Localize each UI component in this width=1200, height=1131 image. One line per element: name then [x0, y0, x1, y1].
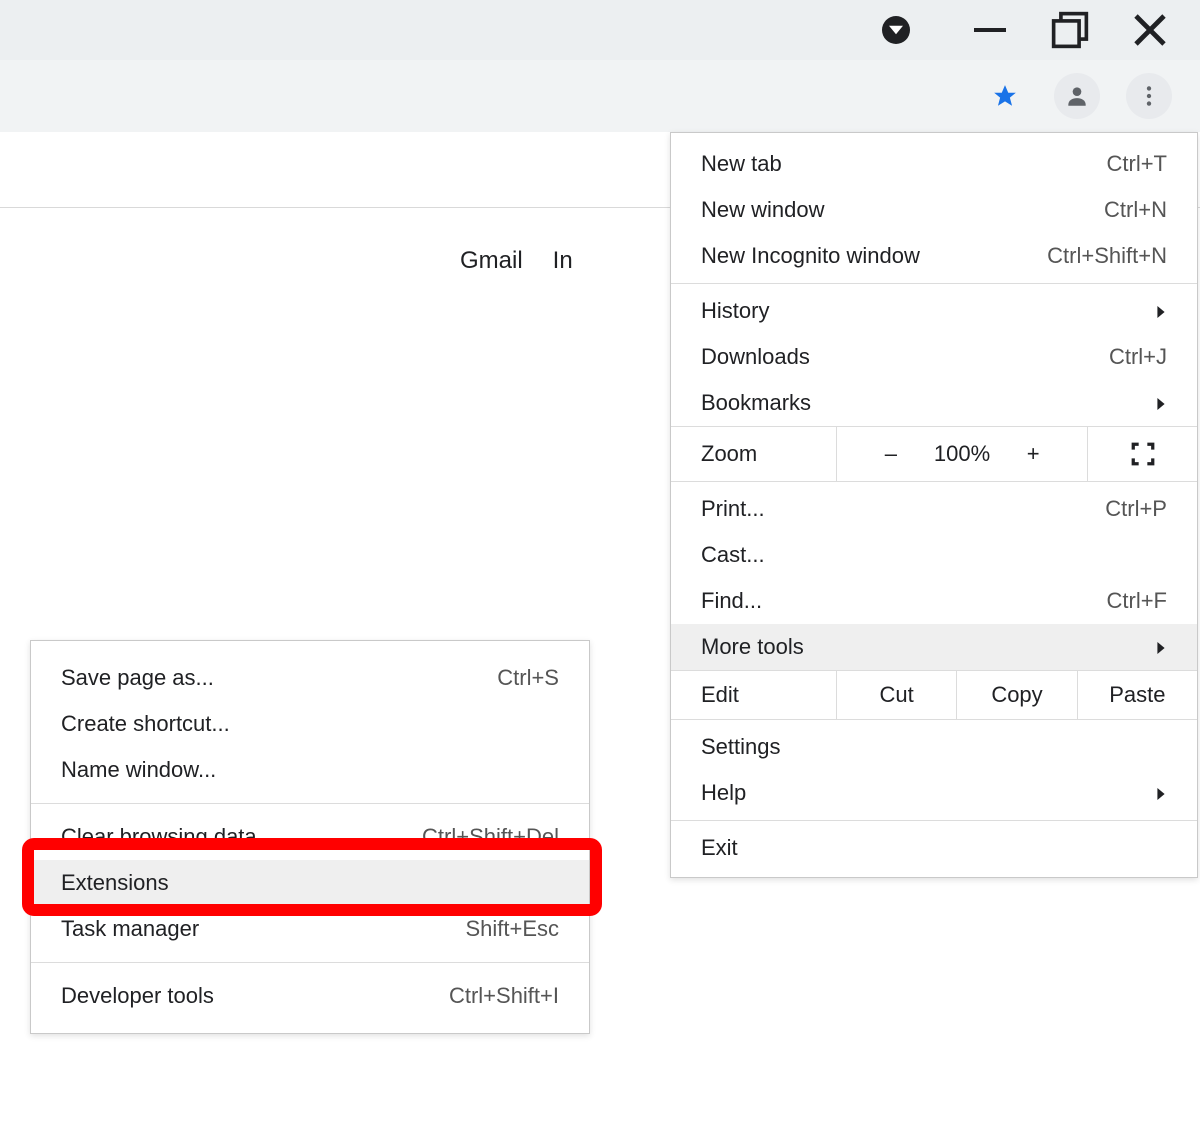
menu-label: Create shortcut...	[61, 711, 559, 737]
submenu-clear-browsing-data[interactable]: Clear browsing data... Ctrl+Shift+Del	[31, 814, 589, 860]
edit-paste-label: Paste	[1109, 682, 1165, 708]
chevron-right-icon	[1155, 298, 1167, 324]
zoom-label: Zoom	[671, 441, 836, 467]
menu-cast[interactable]: Cast...	[671, 532, 1197, 578]
menu-label: Downloads	[701, 344, 1109, 370]
menu-label: Settings	[701, 734, 1167, 760]
menu-shortcut: Ctrl+J	[1109, 344, 1167, 370]
browser-toolbar	[0, 60, 1200, 132]
menu-help[interactable]: Help	[671, 770, 1197, 816]
close-button[interactable]	[1130, 10, 1170, 50]
submenu-task-manager[interactable]: Task manager Shift+Esc	[31, 906, 589, 952]
menu-label: History	[701, 298, 1147, 324]
maximize-button[interactable]	[1050, 10, 1090, 50]
menu-settings[interactable]: Settings	[671, 724, 1197, 770]
menu-divider	[31, 962, 589, 963]
menu-zoom-row: Zoom – 100% +	[671, 426, 1197, 482]
gmail-link[interactable]: Gmail	[460, 247, 523, 275]
menu-label: Exit	[701, 835, 1167, 861]
submenu-create-shortcut[interactable]: Create shortcut...	[31, 701, 589, 747]
menu-label: Find...	[701, 588, 1107, 614]
menu-new-incognito[interactable]: New Incognito window Ctrl+Shift+N	[671, 233, 1197, 279]
menu-history[interactable]: History	[671, 288, 1197, 334]
menu-label: Save page as...	[61, 665, 497, 691]
tab-search-icon[interactable]	[882, 16, 910, 44]
menu-shortcut: Ctrl+F	[1107, 588, 1168, 614]
menu-divider	[671, 283, 1197, 284]
menu-shortcut: Ctrl+Shift+Del	[422, 824, 559, 850]
profile-icon[interactable]	[1054, 73, 1100, 119]
window-titlebar	[0, 0, 1200, 60]
chevron-right-icon	[1155, 780, 1167, 806]
menu-label: Developer tools	[61, 983, 449, 1009]
menu-downloads[interactable]: Downloads Ctrl+J	[671, 334, 1197, 380]
submenu-save-page[interactable]: Save page as... Ctrl+S	[31, 655, 589, 701]
more-tools-submenu: Save page as... Ctrl+S Create shortcut..…	[30, 640, 590, 1034]
menu-print[interactable]: Print... Ctrl+P	[671, 486, 1197, 532]
menu-label: Task manager	[61, 916, 465, 942]
menu-new-window[interactable]: New window Ctrl+N	[671, 187, 1197, 233]
zoom-in-button[interactable]: +	[1018, 441, 1048, 467]
menu-new-tab[interactable]: New tab Ctrl+T	[671, 141, 1197, 187]
menu-label: Clear browsing data...	[61, 824, 422, 850]
menu-shortcut: Ctrl+N	[1104, 197, 1167, 223]
menu-bookmarks[interactable]: Bookmarks	[671, 380, 1197, 426]
menu-label: Help	[701, 780, 1147, 806]
images-link-partial[interactable]: In	[553, 247, 573, 275]
menu-label: Bookmarks	[701, 390, 1147, 416]
menu-exit[interactable]: Exit	[671, 825, 1197, 871]
google-header-links: Gmail In	[460, 247, 573, 275]
menu-divider	[671, 820, 1197, 821]
menu-label: Extensions	[61, 870, 559, 896]
menu-label: Name window...	[61, 757, 559, 783]
minimize-button[interactable]	[970, 10, 1010, 50]
edit-copy-label: Copy	[991, 682, 1042, 708]
menu-shortcut: Ctrl+P	[1105, 496, 1167, 522]
edit-paste-button[interactable]: Paste	[1077, 671, 1197, 719]
bookmark-star-icon[interactable]	[982, 73, 1028, 119]
edit-copy-button[interactable]: Copy	[956, 671, 1076, 719]
submenu-extensions[interactable]: Extensions	[31, 860, 589, 906]
edit-label: Edit	[671, 682, 836, 708]
menu-shortcut: Shift+Esc	[465, 916, 559, 942]
zoom-out-button[interactable]: –	[876, 441, 906, 467]
menu-label: Cast...	[701, 542, 1167, 568]
chevron-right-icon	[1155, 390, 1167, 416]
zoom-controls: – 100% +	[837, 441, 1087, 467]
menu-label: More tools	[701, 634, 1147, 660]
menu-shortcut: Ctrl+S	[497, 665, 559, 691]
menu-shortcut: Ctrl+Shift+N	[1047, 243, 1167, 269]
fullscreen-button[interactable]	[1087, 427, 1197, 481]
chevron-right-icon	[1155, 634, 1167, 660]
zoom-value: 100%	[934, 441, 990, 467]
menu-find[interactable]: Find... Ctrl+F	[671, 578, 1197, 624]
submenu-name-window[interactable]: Name window...	[31, 747, 589, 793]
menu-edit-row: Edit Cut Copy Paste	[671, 670, 1197, 720]
submenu-developer-tools[interactable]: Developer tools Ctrl+Shift+I	[31, 973, 589, 1019]
menu-shortcut: Ctrl+Shift+I	[449, 983, 559, 1009]
menu-label: New tab	[701, 151, 1107, 177]
menu-divider	[31, 803, 589, 804]
menu-label: New Incognito window	[701, 243, 1047, 269]
edit-cut-label: Cut	[880, 682, 914, 708]
menu-shortcut: Ctrl+T	[1107, 151, 1168, 177]
chrome-main-menu: New tab Ctrl+T New window Ctrl+N New Inc…	[670, 132, 1198, 878]
menu-more-tools[interactable]: More tools	[671, 624, 1197, 670]
menu-label: Print...	[701, 496, 1105, 522]
chrome-menu-icon[interactable]	[1126, 73, 1172, 119]
menu-label: New window	[701, 197, 1104, 223]
edit-cut-button[interactable]: Cut	[836, 671, 956, 719]
